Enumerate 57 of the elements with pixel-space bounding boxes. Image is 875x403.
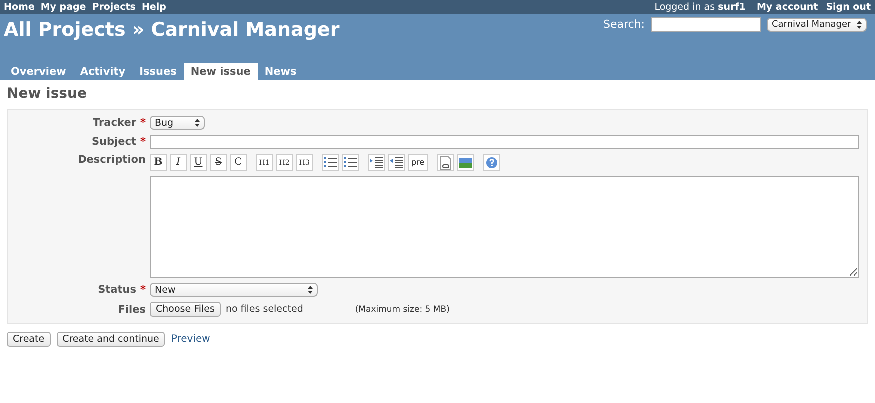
format-button[interactable]: pre	[408, 154, 428, 171]
required-mark: *	[140, 117, 146, 129]
dropdown-arrows-icon	[195, 119, 200, 127]
page-title: New issue	[7, 86, 88, 102]
field-label: Description	[78, 154, 146, 166]
tab[interactable]: Overview	[4, 63, 74, 80]
format-button[interactable]: I	[170, 154, 187, 171]
submit-button[interactable]: Create	[7, 332, 51, 347]
format-button[interactable]: C	[230, 154, 247, 171]
required-mark: *	[140, 136, 146, 148]
max-size-note: (Maximum size: 5 MB)	[355, 304, 450, 314]
tab[interactable]: New issue	[184, 63, 258, 80]
top-menu-link[interactable]: Home	[4, 2, 35, 12]
search-field[interactable]	[651, 17, 761, 32]
document-link-icon	[440, 156, 452, 170]
preview-link[interactable]: Preview	[171, 334, 210, 345]
tab[interactable]: Activity	[73, 63, 133, 80]
field-label: Files	[118, 304, 146, 316]
field-label: Status	[98, 284, 136, 296]
image-icon	[459, 158, 472, 168]
dropdown-arrows-icon	[857, 20, 862, 28]
tracker-select[interactable]: Bug	[150, 116, 205, 130]
top-menu-link[interactable]: My page	[40, 2, 86, 12]
tab[interactable]: Issues	[132, 63, 184, 80]
outdent-icon	[390, 157, 403, 168]
choose-files-button[interactable]: Choose Files	[150, 302, 221, 317]
top-menu-link[interactable]: Help	[142, 2, 166, 12]
format-button[interactable]: B	[150, 154, 167, 171]
top-menu-link[interactable]: My account	[756, 2, 818, 12]
bulleted-list-icon	[324, 157, 337, 168]
help-icon	[486, 156, 498, 168]
project-select[interactable]: Carnival Manager	[767, 18, 867, 32]
project-title: All Projects » Carnival Manager	[4, 19, 340, 41]
submit-button[interactable]: Create and continue	[56, 332, 166, 347]
description-field[interactable]	[150, 176, 859, 278]
indent-button[interactable]	[368, 154, 385, 171]
tab[interactable]: News	[258, 63, 304, 80]
field-label: Tracker	[93, 117, 136, 129]
logged-in-text: Logged in as surf1	[654, 2, 746, 12]
format-button[interactable]: S	[210, 154, 227, 171]
file-status-text: no files selected	[226, 304, 304, 315]
list-button[interactable]	[322, 154, 339, 171]
subject-field[interactable]	[150, 135, 859, 149]
top-menu-link[interactable]: Projects	[92, 2, 136, 12]
search-label: Search:	[604, 18, 645, 31]
image-button[interactable]	[457, 154, 474, 171]
indent-icon	[370, 157, 383, 168]
top-menu-link[interactable]: Sign out	[826, 2, 871, 12]
help-button[interactable]	[483, 154, 500, 171]
dropdown-arrows-icon	[308, 286, 313, 294]
field-label: Subject	[92, 136, 136, 148]
outdent-button[interactable]	[388, 154, 405, 171]
required-mark: *	[140, 284, 146, 296]
list-button[interactable]	[342, 154, 359, 171]
status-select[interactable]: New	[150, 283, 318, 297]
link-button[interactable]	[437, 154, 454, 171]
format-button[interactable]: U	[190, 154, 207, 171]
